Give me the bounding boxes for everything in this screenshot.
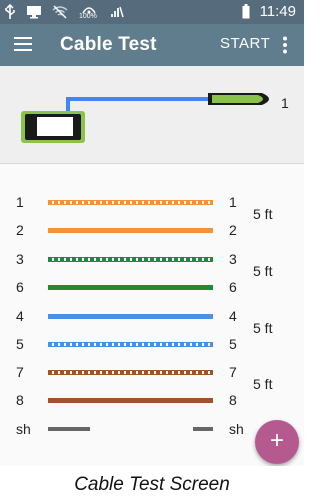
pin-left: 7 [16, 364, 24, 380]
remote-id: 1 [281, 95, 289, 111]
pair-length: 5 ft [253, 376, 273, 392]
pair-length: 5 ft [253, 263, 273, 279]
pin-right: 3 [229, 251, 237, 267]
caption-area: Cable Test Screen [0, 466, 304, 500]
monitor-icon [27, 6, 41, 19]
pin-right: 4 [229, 308, 237, 324]
cable-diagram: 1 [0, 66, 304, 164]
wire-5-striped [48, 342, 213, 347]
pin-right: 1 [229, 194, 237, 210]
pin-left: 3 [16, 251, 24, 267]
add-button[interactable]: + [255, 420, 299, 464]
wire-1-striped [48, 200, 213, 205]
tester-device-icon [21, 111, 85, 143]
shield-right-segment [193, 427, 213, 431]
pin-right: 6 [229, 279, 237, 295]
wire-6-solid [48, 285, 213, 290]
remote-plug-icon [208, 93, 269, 105]
pin-right: 5 [229, 336, 237, 352]
pair-length: 5 ft [253, 206, 273, 222]
pin-left: 6 [16, 279, 24, 295]
plus-icon: + [269, 427, 284, 454]
pin-left: sh [16, 421, 31, 437]
wire-7-striped [48, 370, 213, 375]
pin-left: 5 [16, 336, 24, 352]
wire-3-striped [48, 257, 213, 262]
pin-right: 2 [229, 222, 237, 238]
battery-icon [242, 4, 250, 19]
app-bar: Cable Test START [0, 24, 304, 66]
wire-row: 2 2 [0, 220, 304, 240]
cable-diagram-graphic [21, 93, 269, 143]
cable-line [66, 97, 215, 111]
page-title: Cable Test [60, 34, 157, 55]
pin-right: 8 [229, 392, 237, 408]
wire-4-solid [48, 314, 213, 319]
shield-left-segment [48, 427, 90, 431]
wiremap: 1 1 2 2 5 ft 3 3 6 6 5 ft 4 4 5 5 5 ft 7… [0, 164, 304, 466]
hamburger-icon[interactable] [14, 37, 32, 51]
status-bar: 100% 11:49 [0, 0, 304, 24]
start-button[interactable]: START [220, 35, 270, 52]
status-icons-left: 100% [4, 3, 124, 21]
signal-percent: 100% [79, 13, 97, 20]
wire-row: 5 5 [0, 334, 304, 354]
more-vert-icon[interactable] [281, 36, 289, 54]
wire-row: 6 6 [0, 277, 304, 297]
wire-8-solid [48, 398, 213, 403]
signal-strength-icon [111, 6, 124, 18]
usb-icon [5, 4, 15, 19]
wire-2-solid [48, 228, 213, 233]
pin-right: sh [229, 421, 244, 437]
pin-left: 1 [16, 194, 24, 210]
pin-right: 7 [229, 364, 237, 380]
pin-left: 4 [16, 308, 24, 324]
pin-left: 8 [16, 392, 24, 408]
wire-row: 8 8 [0, 390, 304, 410]
status-time: 11:49 [259, 3, 296, 20]
caption: Cable Test Screen [74, 474, 230, 495]
wifi-off-icon [52, 5, 68, 19]
pin-left: 2 [16, 222, 24, 238]
pair-length: 5 ft [253, 320, 273, 336]
